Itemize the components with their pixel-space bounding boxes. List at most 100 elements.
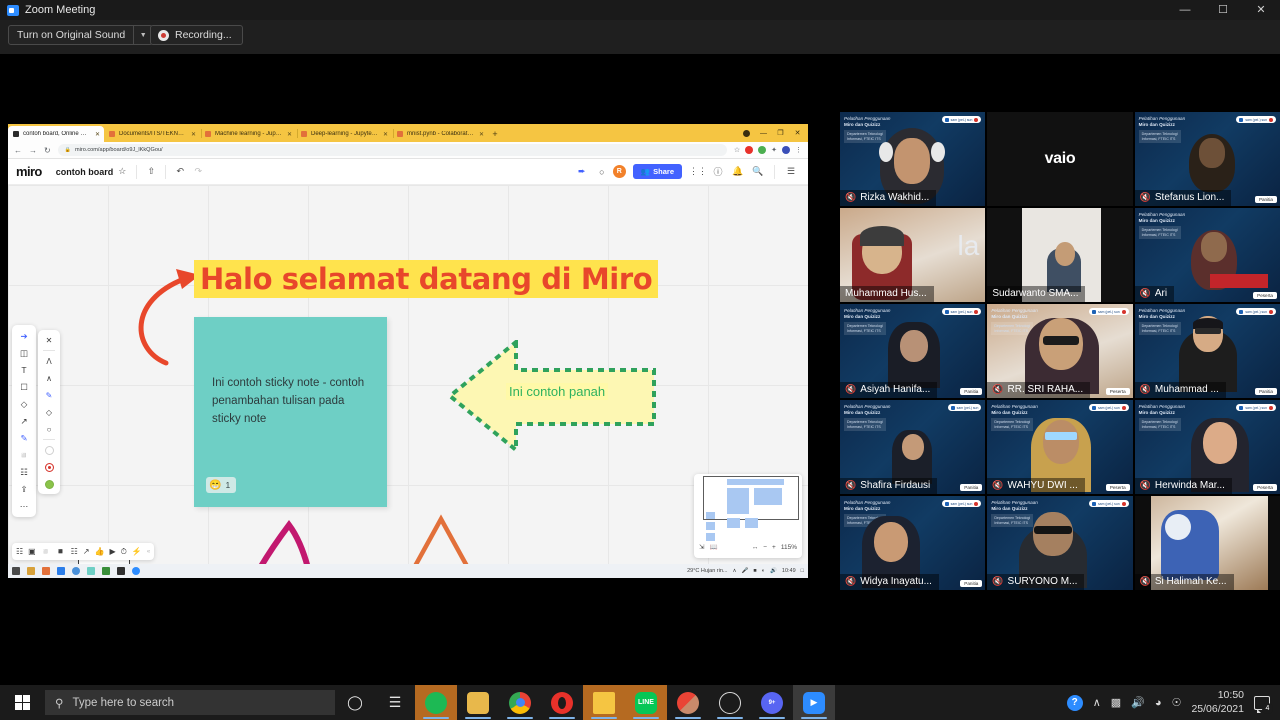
wifi-icon[interactable]: ◕ — [1155, 697, 1162, 709]
caret-up-icon[interactable]: ∧ — [733, 568, 737, 574]
participant-tile[interactable]: Pelatihan PenggunaanMiro dan Quizizz Dep… — [987, 400, 1132, 494]
zoom-out-button[interactable]: − — [763, 544, 767, 551]
redo-icon[interactable]: ↷ — [189, 163, 207, 181]
undo-icon[interactable]: ↶ — [171, 163, 189, 181]
frame-icon[interactable]: ☷ — [16, 547, 23, 556]
search-input[interactable]: ⚲ Type here to search — [45, 690, 335, 715]
tab-close-icon[interactable]: ✕ — [191, 131, 196, 138]
bluetooth-icon[interactable]: ☉ — [1172, 696, 1182, 709]
video-icon[interactable]: ▶ — [110, 547, 116, 556]
cortana-icon[interactable]: ◯ — [335, 685, 375, 720]
recording-indicator[interactable]: Recording... — [150, 25, 243, 45]
profile-icon[interactable] — [782, 146, 790, 154]
cards-icon[interactable]: ☷ — [71, 547, 78, 556]
tab-close-icon[interactable]: ✕ — [95, 131, 100, 138]
eraser-icon[interactable]: ◇ — [41, 405, 57, 419]
shapes-icon[interactable]: ◇ — [15, 397, 33, 411]
panel-icon[interactable]: ☰ — [782, 163, 800, 181]
tab-close-icon[interactable]: ✕ — [383, 131, 388, 138]
upload-icon[interactable]: ⇪ — [15, 482, 33, 496]
new-tab-button[interactable]: + — [488, 126, 502, 142]
battery-icon[interactable]: ■ — [753, 568, 756, 574]
highlighter-icon[interactable]: ✎ — [41, 388, 57, 402]
sticky-note-icon[interactable]: ☐ — [15, 380, 33, 394]
frames-icon[interactable]: ↔ — [752, 544, 759, 551]
help-icon[interactable]: ? — [1067, 695, 1083, 711]
participant-tile[interactable]: Pelatihan PenggunaanMiro dan Quizizz Dep… — [987, 496, 1132, 590]
zoom-icon[interactable] — [132, 567, 140, 575]
cursor-icon[interactable]: ➔ — [15, 329, 33, 343]
browser-tab[interactable]: Documents/ITS/TEKNOLOGI INF... ✕ — [104, 126, 200, 142]
search-icon[interactable]: 🔍 — [749, 163, 767, 181]
opera-icon[interactable] — [745, 146, 753, 154]
network-icon[interactable]: ◐ — [762, 568, 765, 574]
browser-tab[interactable]: mnist.pynb - Colaboratory ✕ — [392, 126, 488, 142]
frame-icon[interactable]: ☷ — [15, 465, 33, 479]
zoom-level-label[interactable]: 115% — [781, 544, 797, 551]
reload-icon[interactable]: ↻ — [44, 146, 51, 155]
participant-tile[interactable]: Pelatihan PenggunaanMiro dan Quizizz Dep… — [987, 304, 1132, 398]
canvas-headline-text[interactable]: Halo selamat datang di Miro — [194, 260, 658, 298]
windows-start-icon[interactable] — [12, 567, 20, 575]
mic-icon[interactable]: 🎤 — [742, 568, 749, 574]
back-icon[interactable]: ← — [14, 146, 22, 155]
pen-icon[interactable]: ✎ — [15, 431, 33, 445]
discord-icon[interactable]: 9+ — [751, 685, 793, 720]
comment-icon[interactable]: ◽ — [15, 448, 33, 462]
comment-add-icon[interactable]: ○ — [593, 163, 611, 181]
sticky-note-text[interactable]: Ini contoh sticky note - contoh penambah… — [212, 375, 372, 428]
address-bar[interactable]: 🔒 miro.com/app/board/o9J_lKkQGou/ — [58, 144, 727, 156]
browser-tab[interactable]: Deep-learning - Jupyter Notebo... ✕ — [296, 126, 392, 142]
miro-minimap[interactable]: ⇲ 📖 ↔ − + 115% — [694, 474, 802, 558]
miro-left-toolbar[interactable]: ➔ ◫ T ☐ ◇ ↗ ✎ ◽ ☷ ⇪ ⋯ — [12, 325, 36, 517]
filter-icon[interactable]: ⋮⋮ — [689, 163, 707, 181]
browser-tab[interactable]: contoh board, Online Whiteboa... ✕ — [8, 126, 104, 142]
pen-options-toolbar[interactable]: ✕ Λ ∧ ✎ ◇ ○ — [38, 330, 60, 494]
chrome-icon[interactable] — [499, 685, 541, 720]
board-name[interactable]: contoh board — [56, 167, 114, 177]
participant-tile[interactable]: Sudarwanto SMA... — [987, 208, 1132, 302]
marker-icon[interactable]: ∧ — [41, 371, 57, 385]
volume-icon[interactable]: 🔊 — [1131, 696, 1145, 709]
maximize-button[interactable]: ☐ — [1204, 0, 1242, 20]
tab-close-icon[interactable]: ✕ — [479, 131, 484, 138]
share-button[interactable]: 👥 Share — [633, 164, 682, 179]
spotify-icon[interactable] — [415, 685, 457, 720]
bell-icon[interactable]: 🔔 — [729, 163, 747, 181]
miro-logo[interactable]: miro — [16, 164, 42, 179]
windows-start-icon[interactable] — [0, 685, 45, 720]
browser-close-button[interactable]: ✕ — [789, 124, 806, 142]
line-icon[interactable]: LINE — [625, 685, 667, 720]
app-icon[interactable] — [87, 567, 95, 575]
chrome-profile-icon[interactable] — [667, 685, 709, 720]
file-explorer-icon[interactable] — [27, 567, 35, 575]
participant-tile[interactable]: Pelatihan PenggunaanMiro dan Quizizz Dep… — [840, 496, 985, 590]
zoom-in-button[interactable]: + — [772, 544, 776, 551]
participant-tile[interactable]: Pelatihan PenggunaanMiro dan Quizizz Dep… — [1135, 208, 1280, 302]
sticky-note[interactable]: Ini contoh sticky note - contoh penambah… — [194, 317, 387, 507]
grammarly-icon[interactable] — [758, 146, 766, 154]
color-swatch-green-icon[interactable] — [41, 477, 57, 491]
comment-icon[interactable]: ◽ — [41, 547, 51, 556]
original-sound-control[interactable]: Turn on Original Sound ▼ — [8, 25, 153, 45]
clock[interactable]: 10:50 25/06/2021 — [1191, 689, 1244, 715]
chrome-icon[interactable] — [42, 567, 50, 575]
arrow-shape[interactable]: Ini contoh panah — [448, 340, 656, 452]
power-icon[interactable]: ⚡ — [132, 547, 142, 556]
participant-tile[interactable]: Pelatihan PenggunaanMiro dan Quizizz Dep… — [1135, 112, 1280, 206]
browser-menu-icon[interactable]: ⋮ — [795, 146, 802, 154]
board-star-icon[interactable]: ☆ — [113, 163, 131, 181]
lasso-icon[interactable]: ○ — [41, 422, 57, 436]
task-view-icon[interactable]: ☰ — [375, 685, 415, 720]
webcam-icon[interactable]: ▩ — [1111, 696, 1121, 709]
cursor-share-icon[interactable]: ➨ — [573, 163, 591, 181]
more-icon[interactable]: ⋯ — [15, 499, 33, 513]
show-hidden-icons-chevron-icon[interactable]: ∧ — [1093, 696, 1101, 709]
excel-icon[interactable] — [102, 567, 110, 575]
opera-icon[interactable] — [541, 685, 583, 720]
action-center-icon[interactable]: □ — [801, 568, 804, 574]
pen-thin-icon[interactable]: Λ — [41, 354, 57, 368]
browser-maximize-button[interactable]: ❐ — [772, 124, 789, 142]
weather-widget[interactable]: 29°C Hujan rin... — [687, 568, 727, 574]
close-button[interactable]: ✕ — [1242, 0, 1280, 20]
